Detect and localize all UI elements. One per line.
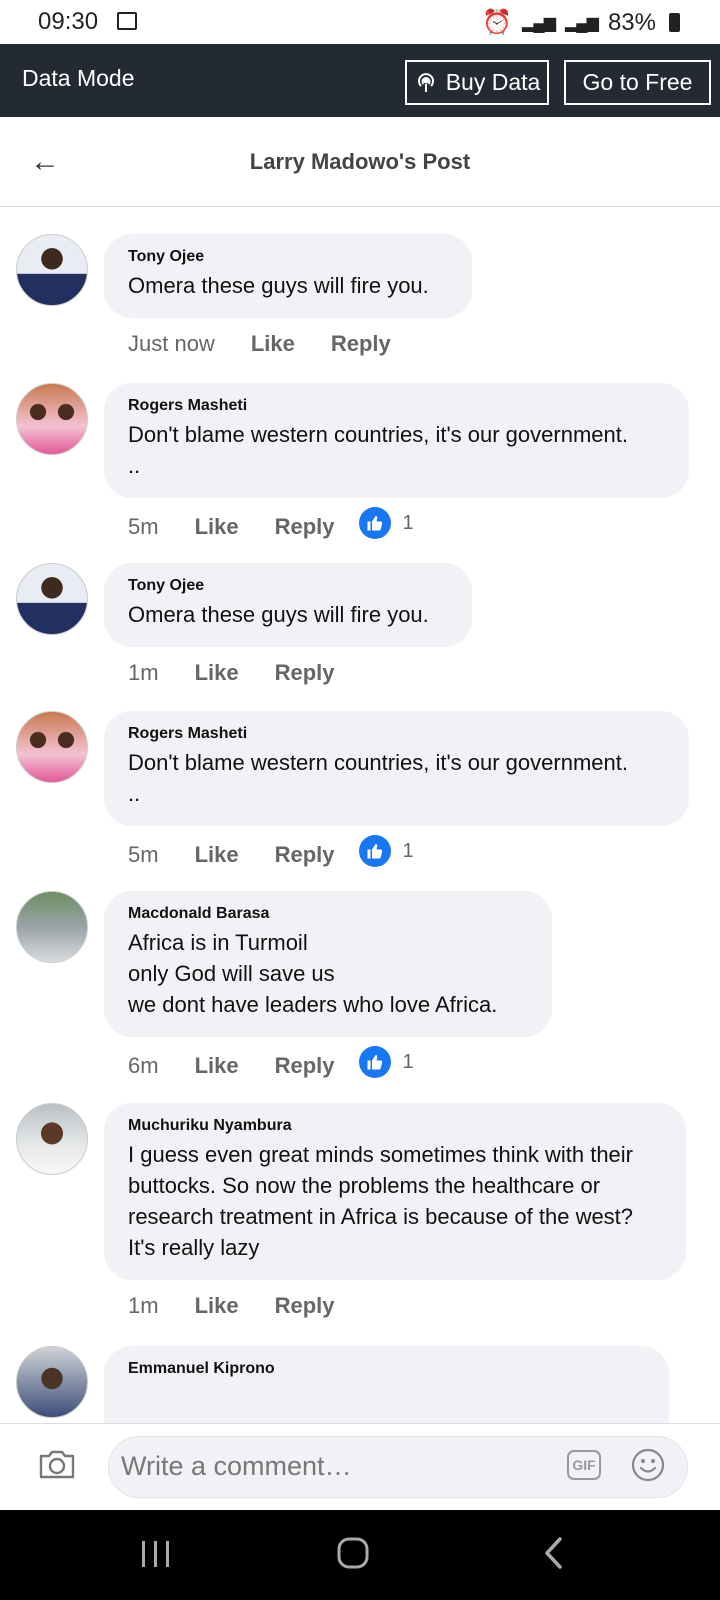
data-mode-bar: Data Mode Buy Data Go to Free xyxy=(0,44,720,117)
status-bar: 09:30 ⏰ ▂▄▆ ▂▄▆ 83% xyxy=(0,0,720,44)
reply-button[interactable]: Reply xyxy=(275,842,335,868)
signal-icon: ▂▄▆ xyxy=(522,14,556,32)
post-header: ← Larry Madowo's Post xyxy=(0,117,720,207)
comment-author[interactable]: Rogers Masheti xyxy=(128,725,665,743)
comment-actions: 5m Like Reply 1 xyxy=(128,507,414,543)
image-notification-icon xyxy=(117,12,137,30)
comment-time: 1m xyxy=(128,1293,159,1318)
like-button[interactable]: Like xyxy=(195,1053,239,1079)
comment-author[interactable]: Macdonald Barasa xyxy=(128,905,528,923)
avatar[interactable] xyxy=(16,383,88,455)
comment-actions: 6m Like Reply 1 xyxy=(128,1046,414,1082)
home-icon[interactable] xyxy=(336,1536,370,1570)
comment-input-placeholder: Write a comment… xyxy=(121,1451,352,1481)
comments-list[interactable]: Tony Ojee Omera these guys will fire you… xyxy=(0,207,720,1423)
comment-actions: Just now Like Reply xyxy=(128,331,415,357)
comment-bubble[interactable]: Tony Ojee Omera these guys will fire you… xyxy=(104,563,472,647)
battery-level: 83% xyxy=(607,8,656,36)
reaction-summary[interactable]: 1 xyxy=(358,835,414,867)
comment-text: Don't blame western countries, it's our … xyxy=(128,422,628,478)
comment-author[interactable]: Rogers Masheti xyxy=(128,397,665,415)
like-button[interactable]: Like xyxy=(195,842,239,868)
reply-button[interactable]: Reply xyxy=(275,514,335,540)
alarm-icon: ⏰ xyxy=(482,9,513,36)
thumbs-up-icon xyxy=(358,1046,391,1078)
comment-input[interactable]: Write a comment… GIF xyxy=(108,1436,688,1498)
comment-time: 5m xyxy=(128,842,159,867)
data-mode-label: Data Mode xyxy=(22,65,135,91)
like-button[interactable]: Like xyxy=(195,660,239,686)
reaction-count: 1 xyxy=(402,511,414,534)
comment-actions: 1m Like Reply xyxy=(128,660,359,686)
buy-data-button[interactable]: Buy Data xyxy=(405,60,549,105)
emoji-icon[interactable] xyxy=(631,1448,665,1482)
comment-bubble[interactable]: Rogers Masheti Don't blame western count… xyxy=(104,711,689,826)
thumbs-up-icon xyxy=(358,507,391,539)
comment-author[interactable]: Tony Ojee xyxy=(128,248,448,266)
go-to-free-label: Go to Free xyxy=(582,69,693,95)
comment-text: Omera these guys will fire you. xyxy=(128,273,429,298)
reaction-summary[interactable]: 1 xyxy=(358,507,414,539)
comment-bubble[interactable]: Muchuriku Nyambura I guess even great mi… xyxy=(104,1103,686,1280)
comment-bubble[interactable]: Tony Ojee Omera these guys will fire you… xyxy=(104,234,472,318)
comment-time: 1m xyxy=(128,660,159,685)
thumbs-up-icon xyxy=(358,835,391,867)
comment-bubble[interactable]: Macdonald Barasa Africa is in Turmoil on… xyxy=(104,891,552,1037)
system-nav-bar xyxy=(0,1510,720,1600)
like-button[interactable]: Like xyxy=(251,331,295,357)
reply-button[interactable]: Reply xyxy=(275,1293,335,1319)
reaction-count: 1 xyxy=(402,1050,414,1073)
comment-text: Omera these guys will fire you. xyxy=(128,602,429,627)
comment-actions: 1m Like Reply xyxy=(128,1293,359,1319)
like-button[interactable]: Like xyxy=(195,1293,239,1319)
avatar[interactable] xyxy=(16,891,88,963)
broadcast-icon xyxy=(417,72,434,92)
comment-bubble[interactable]: Emmanuel Kiprono xyxy=(104,1346,669,1423)
status-time: 09:30 xyxy=(38,8,99,35)
comment-author[interactable]: Muchuriku Nyambura xyxy=(128,1117,662,1135)
reaction-summary[interactable]: 1 xyxy=(358,1046,414,1078)
reaction-count: 1 xyxy=(402,839,414,862)
comment-time: 6m xyxy=(128,1053,159,1078)
comment-actions: 5m Like Reply 1 xyxy=(128,835,414,871)
avatar[interactable] xyxy=(16,563,88,635)
battery-icon xyxy=(669,13,680,32)
page-title: Larry Madowo's Post xyxy=(249,149,471,174)
comment-text: I guess even great minds sometimes think… xyxy=(128,1142,634,1260)
avatar[interactable] xyxy=(16,234,88,306)
recent-apps-icon[interactable] xyxy=(140,1538,172,1570)
gif-button[interactable]: GIF xyxy=(567,1450,601,1480)
comment-time: Just now xyxy=(128,331,215,356)
status-icons: ⏰ ▂▄▆ ▂▄▆ 83% xyxy=(482,8,680,37)
comment-composer: Write a comment… GIF xyxy=(0,1423,720,1510)
comment-author[interactable]: Emmanuel Kiprono xyxy=(128,1360,645,1378)
comment-author[interactable]: Tony Ojee xyxy=(128,577,448,595)
reply-button[interactable]: Reply xyxy=(275,660,335,686)
back-icon[interactable] xyxy=(542,1536,566,1570)
camera-icon[interactable] xyxy=(38,1448,76,1480)
comment-bubble[interactable]: Rogers Masheti Don't blame western count… xyxy=(104,383,689,498)
comment-text: Don't blame western countries, it's our … xyxy=(128,750,628,806)
signal-2-icon: ▂▄▆ xyxy=(565,14,599,32)
reply-button[interactable]: Reply xyxy=(331,331,391,357)
buy-data-label: Buy Data xyxy=(445,69,541,95)
comment-time: 5m xyxy=(128,514,159,539)
avatar[interactable] xyxy=(16,1346,88,1418)
avatar[interactable] xyxy=(16,1103,88,1175)
like-button[interactable]: Like xyxy=(195,514,239,540)
reply-button[interactable]: Reply xyxy=(275,1053,335,1079)
avatar[interactable] xyxy=(16,711,88,783)
comment-text: Africa is in Turmoil only God will save … xyxy=(128,930,498,1017)
go-to-free-button[interactable]: Go to Free xyxy=(564,60,711,105)
